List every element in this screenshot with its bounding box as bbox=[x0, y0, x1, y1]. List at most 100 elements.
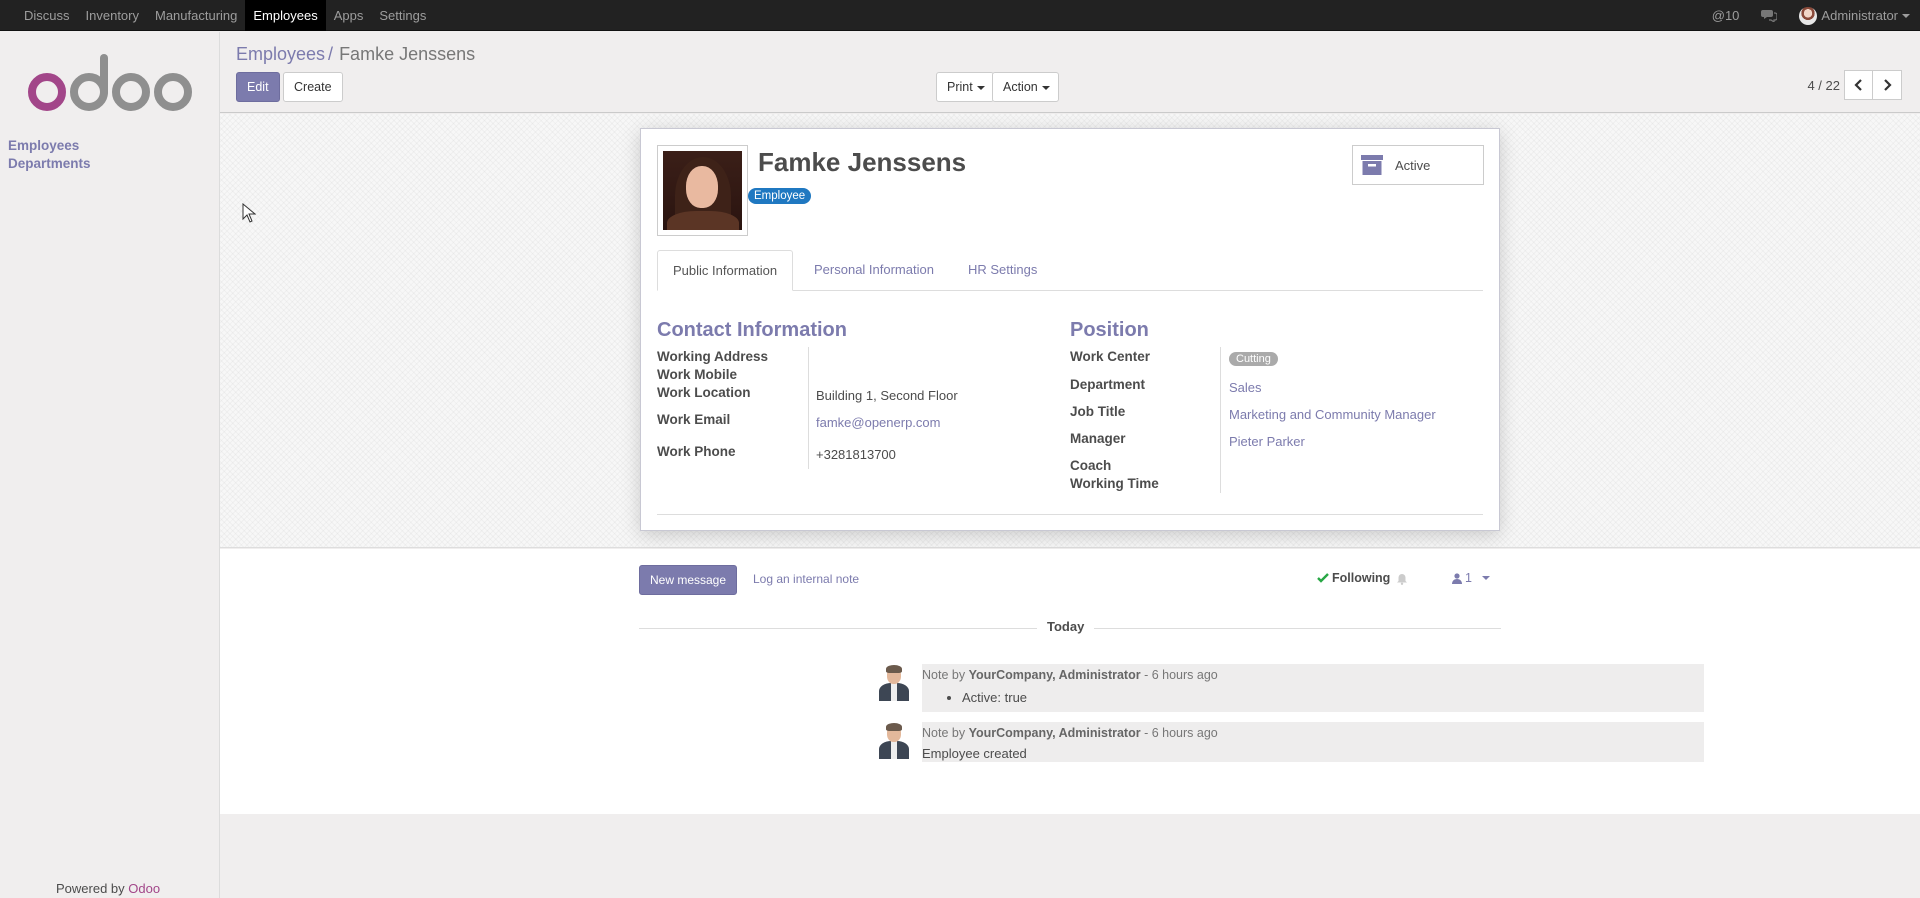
log-note-button[interactable]: Log an internal note bbox=[753, 572, 859, 586]
comments-icon[interactable] bbox=[1761, 9, 1778, 22]
chevron-down-icon bbox=[976, 85, 985, 90]
employee-category-tag: Employee bbox=[748, 188, 812, 204]
message-time: - 6 hours ago bbox=[1144, 668, 1218, 682]
manager-label: Manager bbox=[1070, 431, 1126, 446]
breadcrumb-current: Famke Jenssens bbox=[339, 44, 476, 64]
active-toggle-label: Active bbox=[1395, 157, 1431, 173]
archive-icon bbox=[1361, 155, 1383, 175]
powered-by: Powered by Odoo bbox=[56, 881, 160, 896]
message-body-list: Active: true bbox=[962, 690, 1027, 705]
chevron-down-icon bbox=[1481, 576, 1490, 580]
work-location-label: Work Location bbox=[657, 385, 751, 400]
powered-prefix: Powered by bbox=[56, 881, 125, 896]
sidebar: Employees Departments Powered by Odoo bbox=[0, 32, 220, 898]
department-label: Department bbox=[1070, 377, 1146, 392]
control-panel: Employees / Famke Jenssens Edit Create Pri… bbox=[220, 32, 1920, 113]
create-button[interactable]: Create bbox=[283, 72, 343, 102]
pager-previous-button[interactable] bbox=[1844, 70, 1873, 100]
followers-button[interactable]: 1 bbox=[1452, 571, 1490, 585]
bell-icon[interactable] bbox=[1396, 573, 1408, 585]
top-navbar: Discuss Inventory Manufacturing Employee… bbox=[0, 0, 1920, 31]
message-header: Note by YourCompany, Administrator - 6 h… bbox=[922, 726, 1218, 740]
work-phone-value: +3281813700 bbox=[816, 447, 896, 462]
menu-settings[interactable]: Settings bbox=[371, 0, 434, 31]
following-label: Following bbox=[1332, 571, 1391, 585]
breadcrumb-parent[interactable]: Employees bbox=[236, 44, 325, 64]
chevron-down-icon bbox=[1902, 13, 1910, 18]
sidebar-item-employees[interactable]: Employees bbox=[8, 137, 91, 155]
message-tracking-value: Active: true bbox=[962, 690, 1027, 705]
new-message-button[interactable]: New message bbox=[639, 565, 738, 595]
work-email-link[interactable]: famke@openerp.com bbox=[816, 415, 940, 430]
user-avatar bbox=[1799, 6, 1818, 25]
chatter: New message Log an internal note Followi… bbox=[220, 549, 1920, 814]
breadcrumb: Employees / Famke Jenssens bbox=[236, 44, 475, 65]
employee-photo[interactable] bbox=[657, 145, 748, 236]
employee-photo-image bbox=[663, 151, 742, 230]
followers-count: 1 bbox=[1465, 571, 1472, 585]
app-menu: Discuss Inventory Manufacturing Employee… bbox=[16, 0, 434, 31]
menu-manufacturing[interactable]: Manufacturing bbox=[147, 0, 245, 31]
active-toggle-button[interactable]: Active bbox=[1352, 145, 1484, 185]
department-link[interactable]: Sales bbox=[1229, 380, 1262, 395]
following-button[interactable]: Following bbox=[1317, 571, 1390, 585]
message-author[interactable]: YourCompany, Administrator bbox=[969, 668, 1141, 682]
pager-next-button[interactable] bbox=[1873, 70, 1902, 100]
user-name: Administrator bbox=[1821, 8, 1898, 23]
message-author[interactable]: YourCompany, Administrator bbox=[969, 726, 1141, 740]
action-button[interactable]: Action bbox=[992, 72, 1059, 102]
user-icon bbox=[1452, 572, 1462, 584]
message-author-avatar[interactable] bbox=[876, 723, 912, 759]
form-tabs: Public Information Personal Information … bbox=[657, 250, 1483, 291]
menu-employees[interactable]: Employees bbox=[245, 0, 326, 31]
menu-apps[interactable]: Apps bbox=[326, 0, 372, 31]
employee-name: Famke Jenssens bbox=[758, 147, 967, 177]
sidebar-item-departments[interactable]: Departments bbox=[8, 155, 91, 173]
print-button[interactable]: Print bbox=[936, 72, 994, 102]
mentions-count: @10 bbox=[1711, 8, 1740, 23]
print-label: Print bbox=[947, 80, 973, 94]
position-title: Position bbox=[1070, 319, 1149, 341]
job-title-label: Job Title bbox=[1070, 404, 1126, 419]
work-location-value: Building 1, Second Floor bbox=[816, 388, 958, 403]
action-label: Action bbox=[1003, 80, 1038, 94]
menu-discuss[interactable]: Discuss bbox=[16, 0, 78, 31]
mouse-cursor-icon bbox=[242, 203, 256, 223]
work-center-tag: Cutting bbox=[1229, 352, 1278, 366]
message-time: - 6 hours ago bbox=[1144, 726, 1218, 740]
date-separator-label: Today bbox=[1037, 619, 1095, 634]
message-item: Note by YourCompany, Administrator - 6 h… bbox=[922, 664, 1704, 712]
message-prefix: Note by bbox=[922, 726, 966, 740]
work-phone-label: Work Phone bbox=[657, 444, 736, 459]
work-mobile-label: Work Mobile bbox=[657, 367, 738, 382]
sheet-separator bbox=[657, 514, 1483, 515]
message-prefix: Note by bbox=[922, 668, 966, 682]
tab-public-information[interactable]: Public Information bbox=[657, 250, 794, 291]
chevron-down-icon bbox=[1041, 85, 1050, 90]
breadcrumb-separator: / bbox=[328, 44, 334, 64]
job-title-value: Marketing and Community Manager bbox=[1229, 407, 1436, 422]
contact-divider bbox=[808, 347, 809, 469]
mentions-indicator[interactable]: @10 bbox=[1712, 8, 1740, 23]
message-header: Note by YourCompany, Administrator - 6 h… bbox=[922, 668, 1218, 682]
pager: 4 / 22 bbox=[1807, 70, 1902, 100]
message-author-avatar[interactable] bbox=[876, 665, 912, 701]
edit-button[interactable]: Edit bbox=[236, 72, 280, 102]
odoo-logo bbox=[28, 54, 192, 111]
menu-inventory[interactable]: Inventory bbox=[78, 0, 147, 31]
work-center-label: Work Center bbox=[1070, 349, 1151, 364]
manager-link[interactable]: Pieter Parker bbox=[1229, 434, 1305, 449]
chevron-left-icon bbox=[1853, 79, 1862, 91]
user-menu[interactable]: Administrator bbox=[1799, 6, 1910, 25]
work-email-label: Work Email bbox=[657, 412, 731, 427]
message-body: Employee created bbox=[922, 746, 1027, 761]
tab-hr-settings[interactable]: HR Settings bbox=[953, 250, 1052, 291]
pager-value[interactable]: 4 / 22 bbox=[1807, 78, 1840, 93]
message-item: Note by YourCompany, Administrator - 6 h… bbox=[922, 722, 1704, 762]
working-time-label: Working Time bbox=[1070, 476, 1159, 491]
contact-information-title: Contact Information bbox=[657, 319, 847, 341]
tab-personal-information[interactable]: Personal Information bbox=[799, 250, 949, 291]
powered-brand-link[interactable]: Odoo bbox=[128, 881, 160, 896]
check-icon bbox=[1317, 573, 1329, 583]
working-address-label: Working Address bbox=[657, 349, 769, 364]
